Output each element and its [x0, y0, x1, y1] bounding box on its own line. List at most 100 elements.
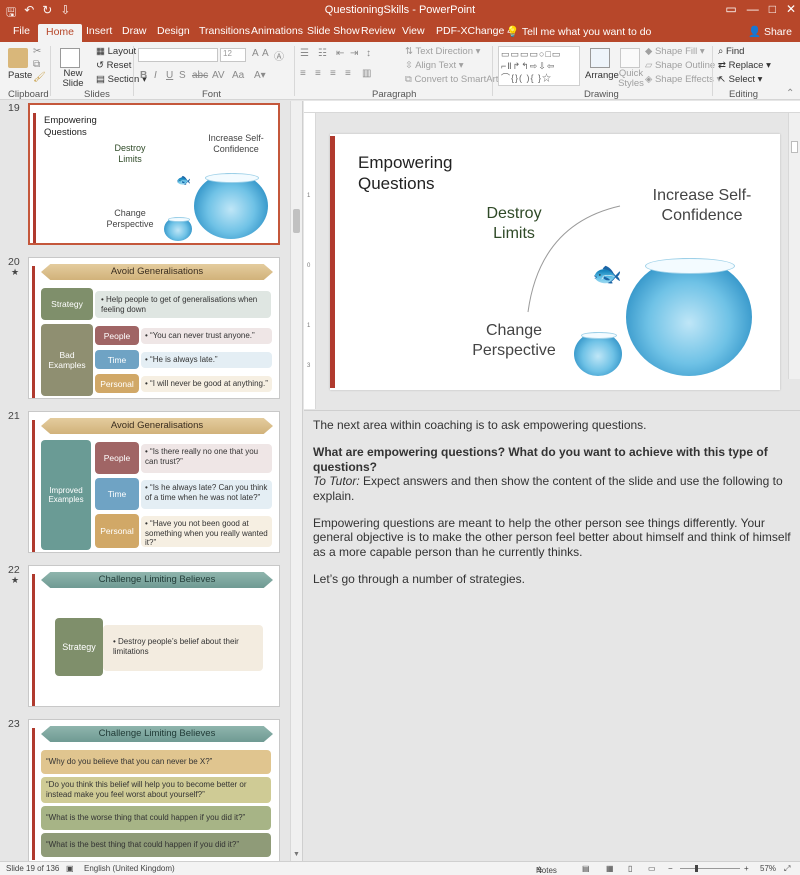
minimize-button[interactable]: —	[747, 2, 759, 16]
personal-label: Personal	[95, 374, 139, 393]
notes-pane[interactable]: The next area within coaching is to ask …	[304, 410, 800, 861]
bold-icon[interactable]: B	[140, 70, 147, 81]
increase-confidence-text[interactable]: Increase Self-Confidence	[636, 186, 768, 226]
zoom-slider[interactable]	[680, 868, 740, 869]
font-color-icon[interactable]: A▾	[254, 70, 266, 81]
slide-scrollbar[interactable]	[788, 113, 800, 379]
font-family-combo[interactable]	[138, 48, 218, 62]
increase-font-icon[interactable]: A	[252, 48, 259, 59]
layout-button[interactable]: ▦ Layout ▾	[96, 46, 144, 57]
copy-icon[interactable]: ⧉	[33, 59, 40, 70]
new-slide-icon[interactable]	[60, 48, 80, 68]
thumbnail-scrollbar[interactable]: ▼	[290, 101, 302, 861]
reset-button[interactable]: ↺ Reset	[96, 60, 131, 71]
horizontal-ruler	[304, 101, 800, 113]
slide-counter[interactable]: Slide 19 of 136	[6, 864, 59, 873]
replace-button[interactable]: ⇄ Replace ▾	[718, 60, 771, 71]
align-center-icon[interactable]: ≡	[315, 68, 321, 79]
clear-formatting-icon[interactable]: Ⓐ	[274, 48, 284, 63]
font-size-combo[interactable]: 12	[220, 48, 246, 62]
slides-group-label: Slides	[84, 89, 110, 100]
change-case-icon[interactable]: Aa	[232, 70, 244, 81]
tab-slide-show[interactable]: Slide Show	[307, 25, 360, 37]
thumbnail-slide-21[interactable]: Avoid Generalisations Improved Examples …	[28, 411, 280, 553]
scroll-thumb[interactable]	[293, 209, 300, 233]
scroll-down-icon[interactable]: ▼	[293, 851, 300, 858]
slide-sorter-icon[interactable]: ▦	[606, 864, 614, 873]
people-label: People	[95, 326, 139, 345]
shape-effects-button[interactable]: ◈ Shape Effects ▾	[645, 74, 721, 85]
normal-view-icon[interactable]: ▤	[582, 864, 590, 873]
tab-draw[interactable]: Draw	[122, 25, 147, 37]
tab-animations[interactable]: Animations	[251, 25, 303, 37]
convert-smartart-button[interactable]: ⧉ Convert to SmartArt ▾	[405, 74, 505, 85]
change-perspective-text[interactable]: Change Perspective	[462, 321, 566, 361]
thumbnail-slide-19[interactable]: Empowering Questions Destroy Limits Incr…	[28, 103, 280, 245]
zoom-level[interactable]: 57%	[760, 864, 776, 873]
tab-design[interactable]: Design	[157, 25, 190, 37]
thumbnail-slide-22[interactable]: Challenge Limiting Believes • Destroy pe…	[28, 565, 280, 707]
zoom-slider-thumb[interactable]	[695, 865, 698, 872]
select-button[interactable]: ↖ Select ▾	[718, 74, 762, 85]
quick-styles-icon[interactable]	[620, 48, 640, 68]
tab-view[interactable]: View	[402, 25, 425, 37]
increase-indent-icon[interactable]: ⇥	[350, 48, 358, 59]
italic-icon[interactable]: I	[154, 70, 157, 81]
question-item: “Why do you believe that you can never b…	[41, 750, 271, 774]
find-button[interactable]: ⌕ Find	[718, 46, 744, 57]
decrease-font-icon[interactable]: A	[262, 48, 269, 59]
align-left-icon[interactable]: ≡	[300, 68, 306, 79]
bad-examples-box: Bad Examples	[41, 324, 93, 396]
maximize-button[interactable]: □	[769, 2, 776, 16]
share-button[interactable]: 👤 Share	[748, 25, 792, 38]
tab-review[interactable]: Review	[361, 25, 395, 37]
tab-pdf-xchange[interactable]: PDF-XChange 4	[436, 25, 513, 37]
underline-icon[interactable]: U	[166, 70, 173, 81]
language-indicator[interactable]: English (United Kingdom)	[84, 864, 175, 873]
slideshow-icon[interactable]: ▭	[648, 864, 656, 873]
current-slide[interactable]: Empowering Questions Destroy Limits Incr…	[330, 134, 780, 390]
arrange-icon[interactable]	[590, 48, 610, 68]
quick-styles-button[interactable]: Quick Styles	[617, 68, 645, 90]
text-direction-button[interactable]: ⇅ Text Direction ▾	[405, 46, 480, 57]
tab-transitions[interactable]: Transitions	[199, 25, 250, 37]
bullets-icon[interactable]: ☰	[300, 48, 309, 59]
tab-home[interactable]: Home	[38, 24, 83, 42]
thumbnail-slide-23[interactable]: Challenge Limiting Believes “Why do you …	[28, 719, 280, 861]
zoom-out-icon[interactable]: −	[668, 864, 673, 873]
fit-to-window-icon[interactable]: ⤢	[784, 864, 790, 874]
scroll-thumb[interactable]	[791, 141, 798, 153]
align-text-button[interactable]: ⇳ Align Text ▾	[405, 60, 464, 71]
shapes-gallery[interactable]: ▭▭▭▭○□▭ ⌐Ⅱ↱↰⇨⇩⇦ ⌒{}( ){ }☆	[498, 46, 580, 86]
cut-icon[interactable]: ✂	[33, 46, 41, 57]
shape-fill-button[interactable]: ◆ Shape Fill ▾	[645, 46, 705, 57]
spellcheck-icon[interactable]: ▣	[66, 864, 74, 873]
numbering-icon[interactable]: ☷	[318, 48, 327, 59]
justify-icon[interactable]: ≡	[345, 68, 351, 79]
ribbon-display-icon[interactable]: ▭	[725, 2, 736, 16]
character-spacing-icon[interactable]: AV	[212, 70, 225, 81]
paste-icon[interactable]	[8, 48, 28, 68]
tab-file[interactable]: File	[13, 25, 30, 37]
collapse-ribbon-icon[interactable]: ⌃	[786, 88, 794, 99]
zoom-in-icon[interactable]: +	[744, 864, 749, 873]
paste-button[interactable]: Paste	[8, 70, 32, 81]
align-right-icon[interactable]: ≡	[330, 68, 336, 79]
columns-icon[interactable]: ▥	[362, 68, 371, 79]
thumbnail-slide-20[interactable]: Avoid Generalisations Strategy • Help pe…	[28, 257, 280, 399]
strikethrough-icon[interactable]: abc	[192, 70, 208, 81]
line-spacing-icon[interactable]: ↕	[366, 48, 371, 59]
tell-me-search[interactable]: 💡 Tell me what you want to do	[506, 25, 651, 38]
shape-outline-button[interactable]: ▱ Shape Outline ▾	[645, 60, 723, 71]
arrange-button[interactable]: Arrange	[585, 70, 619, 81]
shadow-icon[interactable]: S	[179, 70, 186, 81]
tab-insert[interactable]: Insert	[86, 25, 112, 37]
new-slide-button[interactable]: New Slide	[60, 68, 86, 90]
notes-paragraph: What are empowering questions? What do y…	[313, 445, 791, 503]
decrease-indent-icon[interactable]: ⇤	[336, 48, 344, 59]
slide-title[interactable]: Empowering Questions	[358, 152, 498, 195]
reading-view-icon[interactable]: ▯	[628, 864, 632, 873]
format-painter-icon[interactable]: 🖌	[33, 72, 46, 83]
close-button[interactable]: ✕	[786, 2, 796, 16]
ribbon: Paste ✂ ⧉ 🖌 Clipboard New Slide ▦ Layout…	[0, 42, 800, 100]
